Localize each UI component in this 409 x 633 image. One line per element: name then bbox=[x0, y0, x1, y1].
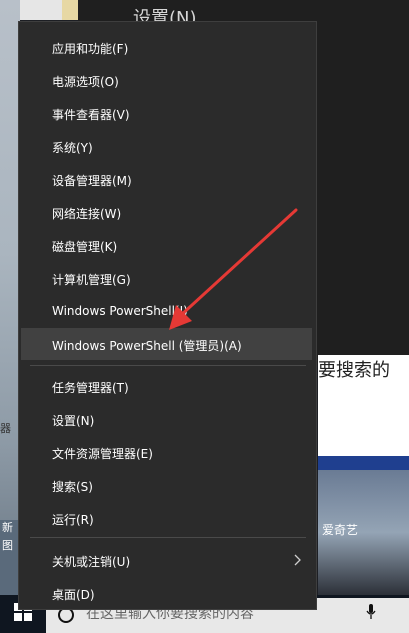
menu-item-label: 文件资源管理器(E) bbox=[52, 447, 153, 461]
menu-item-apps-features[interactable]: 应用和功能(F) bbox=[19, 31, 316, 63]
menu-item-settings[interactable]: 设置(N) bbox=[19, 403, 316, 435]
menu-item-label: 设备管理器(M) bbox=[52, 174, 132, 188]
menu-item-label: 桌面(D) bbox=[52, 588, 95, 602]
menu-item-label: 关机或注销(U) bbox=[52, 555, 131, 569]
menu-item-label: Windows PowerShell (管理员)(A) bbox=[52, 339, 242, 353]
menu-item-label: 磁盘管理(K) bbox=[52, 240, 118, 254]
menu-item-label: 设置(N) bbox=[52, 414, 95, 428]
menu-item-file-explorer[interactable]: 文件资源管理器(E) bbox=[19, 436, 316, 468]
menu-item-label: 系统(Y) bbox=[52, 141, 93, 155]
microphone-icon[interactable] bbox=[366, 604, 376, 620]
menu-item-computer-management[interactable]: 计算机管理(G) bbox=[19, 262, 316, 294]
menu-item-power-options[interactable]: 电源选项(O) bbox=[19, 64, 316, 96]
menu-item-label: 事件查看器(V) bbox=[52, 108, 130, 122]
menu-item-label: 搜索(S) bbox=[52, 480, 93, 494]
menu-item-label: 应用和功能(F) bbox=[52, 42, 129, 56]
menu-item-task-manager[interactable]: 任务管理器(T) bbox=[19, 370, 316, 402]
menu-item-label: Windows PowerShell(I) bbox=[52, 304, 188, 318]
menu-item-powershell[interactable]: Windows PowerShell(I) bbox=[19, 295, 316, 327]
menu-separator bbox=[30, 365, 306, 366]
menu-item-label: 网络连接(W) bbox=[52, 207, 122, 221]
background-window-accent bbox=[62, 0, 78, 20]
menu-separator bbox=[30, 537, 306, 538]
menu-item-search[interactable]: 搜索(S) bbox=[19, 469, 316, 501]
winx-context-menu: 应用和功能(F) 电源选项(O) 事件查看器(V) 系统(Y) 设备管理器(M)… bbox=[18, 21, 317, 610]
desktop-icon-label-1[interactable]: 新 bbox=[2, 519, 13, 535]
desktop-icon-label-2[interactable]: 图 bbox=[2, 537, 13, 553]
menu-item-system[interactable]: 系统(Y) bbox=[19, 130, 316, 162]
desktop-icon-iqiyi-label[interactable]: 爱奇艺 bbox=[322, 521, 358, 538]
menu-item-disk-management[interactable]: 磁盘管理(K) bbox=[19, 229, 316, 261]
chevron-right-icon bbox=[294, 554, 301, 566]
menu-item-label: 电源选项(O) bbox=[52, 75, 119, 89]
menu-item-run[interactable]: 运行(R) bbox=[19, 502, 316, 534]
menu-item-device-manager[interactable]: 设备管理器(M) bbox=[19, 163, 316, 195]
menu-item-network-connections[interactable]: 网络连接(W) bbox=[19, 196, 316, 228]
menu-item-event-viewer[interactable]: 事件查看器(V) bbox=[19, 97, 316, 129]
background-side-text: 器 bbox=[0, 422, 11, 435]
background-panel-text: 要搜索的 bbox=[318, 360, 390, 381]
menu-item-label: 计算机管理(G) bbox=[52, 273, 131, 287]
menu-item-desktop[interactable]: 桌面(D) bbox=[19, 577, 316, 609]
menu-item-shutdown-signout[interactable]: 关机或注销(U) bbox=[19, 544, 316, 576]
menu-item-label: 运行(R) bbox=[52, 513, 94, 527]
menu-item-powershell-admin[interactable]: Windows PowerShell (管理员)(A) bbox=[21, 328, 312, 360]
menu-item-label: 任务管理器(T) bbox=[52, 381, 129, 395]
background-blue-bar bbox=[318, 456, 409, 470]
